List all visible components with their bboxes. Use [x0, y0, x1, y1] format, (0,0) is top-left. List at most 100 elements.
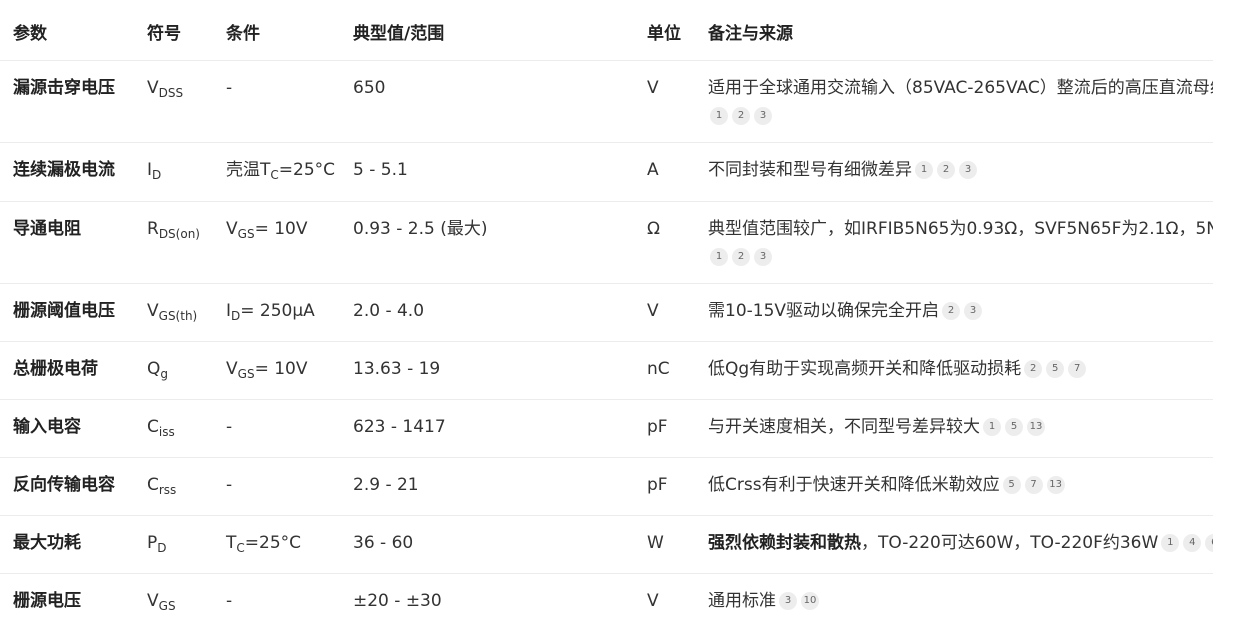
value-cell: 13.63 - 19: [353, 341, 647, 399]
citation-line: 123: [710, 104, 1213, 128]
symbol-cell: Ciss: [147, 399, 226, 457]
citation-line: 123: [710, 245, 1213, 269]
note-text: 不同封装和型号有细微差异: [708, 159, 912, 180]
symbol-subscript: iss: [158, 424, 175, 439]
citation-badge[interactable]: 3: [779, 591, 797, 610]
citation-badge[interactable]: 3: [959, 160, 977, 179]
unit-cell: pF: [647, 399, 708, 457]
unit: V: [647, 77, 659, 98]
citation-badge[interactable]: 7: [1024, 475, 1043, 494]
symbol-cell: PD: [147, 515, 226, 573]
citation-badge[interactable]: 5: [1046, 359, 1065, 378]
note-text: 通用标准: [708, 590, 776, 611]
symbol-base: P: [147, 532, 158, 553]
symbol-base: V: [147, 590, 159, 611]
unit: pF: [647, 416, 668, 437]
typical-value: 650: [353, 77, 386, 98]
table-row: 栅源电压 VGS - ±20 - ±30 V 通用标准 3 10: [0, 573, 1213, 630]
citation-badge[interactable]: 7: [1068, 359, 1087, 378]
value-cell: 2.9 - 21: [353, 457, 647, 515]
citation-badge[interactable]: 6: [1205, 533, 1213, 552]
symbol-subscript: DS(on): [158, 226, 200, 241]
condition-cell: TC=25°C: [226, 515, 353, 573]
citation-badge[interactable]: 1: [710, 247, 728, 266]
unit: V: [647, 590, 659, 611]
citation-badge[interactable]: 13: [1027, 417, 1045, 436]
parameter-name: 漏源击穿电压: [13, 77, 115, 98]
symbol-base: V: [147, 77, 159, 98]
condition-prefix: 壳温T: [226, 159, 271, 180]
citation-badge[interactable]: 1: [983, 417, 1001, 436]
note-text: 需10-15V驱动以确保完全开启: [708, 300, 940, 321]
citation-group: 123: [710, 245, 776, 269]
citation-badge[interactable]: 13: [1046, 475, 1065, 494]
symbol-cell: VDSS: [147, 60, 226, 142]
typical-value: 2.0 - 4.0: [353, 300, 425, 321]
table-row: 总栅极电荷 Qg VGS= 10V 13.63 - 19 nC 低Qg有助于实现高频开关和…: [0, 341, 1213, 399]
table-row: 最大功耗 PD TC=25°C 36 - 60 W 强烈依赖封装和散热，TO-220可达6…: [0, 515, 1213, 573]
notes-cell: 低Crss有利于快速开关和降低米勒效应 5 7 13: [708, 457, 1213, 515]
citation-badge[interactable]: 3: [754, 106, 772, 125]
unit-cell: V: [647, 283, 708, 341]
citation-badge[interactable]: 3: [964, 301, 983, 320]
symbol-cell: ID: [147, 142, 226, 201]
symbol-subscript: D: [152, 167, 162, 182]
symbol-cell: VGS: [147, 573, 226, 630]
citation-badge[interactable]: 10: [801, 591, 819, 610]
unit: A: [647, 159, 659, 180]
unit: W: [647, 532, 664, 553]
table-row: 输入电容 Ciss -623 - 1417 pF 与开关速度相关，不同型号差异较大 1 5 1…: [0, 399, 1213, 457]
condition-prefix: T: [226, 532, 237, 553]
table-header: 参数 符号 条件 典型值/范围 单位 备注与来源: [0, 0, 1213, 60]
symbol-subscript: DSS: [158, 85, 184, 100]
table-row: 栅源阈值电压 VGS(th) ID= 250μA 2.0 - 4.0 V 需10-15V驱…: [0, 283, 1213, 341]
citation-badge[interactable]: 4: [1183, 533, 1202, 552]
spec-table-viewport: 参数 符号 条件 典型值/范围 单位 备注与来源 漏源击穿电压 VDSS -650 V…: [0, 0, 1213, 630]
citation-group: 23: [942, 299, 986, 323]
citation-badge[interactable]: 2: [732, 106, 750, 125]
citation-badge[interactable]: 2: [937, 160, 955, 179]
note-text: 适用于全球通用交流输入（85VAC-265VAC）整流后的高压直流母线: [708, 77, 1213, 98]
parameter-cell: 栅源电压: [0, 573, 147, 630]
notes-cell: 通用标准 3 10: [708, 573, 1213, 630]
citation-group: 5 7 13: [1002, 473, 1069, 497]
citation-badge[interactable]: 1: [1161, 533, 1180, 552]
notes-cell: 适用于全球通用交流输入（85VAC-265VAC）整流后的高压直流母线 1 2 3: [708, 60, 1213, 142]
condition-cell: -: [226, 573, 353, 630]
citation-badge[interactable]: 2: [942, 301, 961, 320]
parameter-name: 总栅极电荷: [13, 358, 98, 379]
header-notes-sources: 备注与来源: [708, 24, 793, 44]
symbol-subscript: GS: [158, 598, 176, 613]
citation-badge[interactable]: 1: [915, 160, 933, 179]
condition-subscript: D: [231, 308, 241, 323]
parameter-name: 栅源阈值电压: [13, 300, 115, 321]
typical-value: ±20 - ±30: [353, 590, 442, 611]
condition-subscript: GS: [237, 226, 255, 241]
citation-badge[interactable]: 5: [1005, 417, 1023, 436]
notes-cell: 与开关速度相关，不同型号差异较大 1 5 13: [708, 399, 1213, 457]
parameter-name: 连续漏极电流: [13, 159, 115, 180]
unit: V: [647, 300, 659, 321]
citation-group: 123: [915, 158, 981, 182]
citation-badge[interactable]: 5: [1002, 475, 1021, 494]
typical-value: 0.93 - 2.5 (最大): [353, 218, 488, 239]
condition-cell: ID= 250μA: [226, 283, 353, 341]
typical-value: 5 - 5.1: [353, 159, 408, 180]
note-emphasis: 强烈依赖封装和散热: [708, 532, 861, 553]
header-typical-range: 典型值/范围: [353, 24, 445, 44]
value-cell: 0.93 - 2.5 (最大): [353, 201, 647, 283]
symbol-base: Q: [147, 358, 161, 379]
spec-table: 参数 符号 条件 典型值/范围 单位 备注与来源 漏源击穿电压 VDSS -650 V…: [0, 0, 1213, 630]
condition-subscript: C: [270, 167, 279, 182]
symbol-subscript: D: [157, 540, 167, 555]
unit-cell: Ω: [647, 201, 708, 283]
condition-cell: -: [226, 457, 353, 515]
typical-value: 13.63 - 19: [353, 358, 441, 379]
citation-badge[interactable]: 3: [754, 247, 772, 266]
table-row: 连续漏极电流 ID 壳温TC=25°C 5 - 5.1 A 不同封装和型号有细微差异 1 2 3: [0, 142, 1213, 201]
unit-cell: nC: [647, 341, 708, 399]
citation-badge[interactable]: 2: [1024, 359, 1043, 378]
citation-badge[interactable]: 2: [732, 247, 750, 266]
citation-group: 146: [1161, 531, 1213, 555]
citation-badge[interactable]: 1: [710, 106, 728, 125]
